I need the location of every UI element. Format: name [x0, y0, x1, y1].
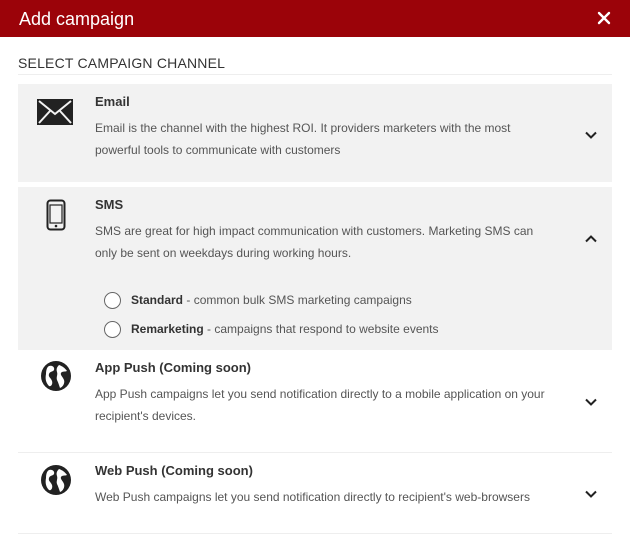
channel-web-push[interactable]: Web Push (Coming soon) Web Push campaign…	[18, 453, 612, 533]
channel-app-push[interactable]: App Push (Coming soon) App Push campaign…	[18, 350, 612, 452]
channel-description: Web Push campaigns let you send notifica…	[95, 490, 530, 504]
add-campaign-dialog: Add campaign SELECT CAMPAIGN CHANNEL Ema…	[0, 0, 630, 555]
close-icon	[597, 11, 611, 25]
channel-title: Web Push (Coming soon)	[95, 463, 253, 478]
radio-button[interactable]	[104, 321, 121, 338]
channel-title: Email	[95, 94, 130, 109]
channel-title: App Push (Coming soon)	[95, 360, 251, 375]
channel-email[interactable]: Email Email is the channel with the high…	[18, 84, 612, 182]
section-title: SELECT CAMPAIGN CHANNEL	[18, 55, 226, 71]
chevron-down-icon[interactable]	[584, 128, 598, 142]
option-detail: common bulk SMS marketing campaigns	[193, 293, 412, 307]
section-divider	[18, 74, 612, 75]
option-separator: -	[203, 322, 215, 336]
option-separator: -	[183, 293, 194, 307]
chevron-down-icon[interactable]	[584, 395, 598, 409]
globe-icon	[40, 464, 72, 501]
channel-divider	[18, 533, 612, 534]
radio-button[interactable]	[104, 292, 121, 309]
channel-description: Email is the channel with the highest RO…	[95, 121, 511, 157]
option-label: Remarketing	[131, 322, 204, 336]
channel-description: App Push campaigns let you send notifica…	[95, 387, 545, 423]
channel-title: SMS	[95, 197, 124, 212]
mobile-phone-icon	[46, 199, 66, 236]
channel-sms[interactable]: SMS SMS are great for high impact commun…	[18, 187, 612, 350]
option-label: Standard	[131, 293, 184, 307]
option-detail: campaigns that respond to website events	[214, 322, 439, 336]
chevron-down-icon[interactable]	[584, 487, 598, 501]
chevron-up-icon[interactable]	[584, 232, 598, 246]
globe-icon	[40, 360, 72, 397]
dialog-title: Add campaign	[19, 9, 135, 29]
channel-description: SMS are great for high impact communicat…	[95, 224, 534, 260]
dialog-header: Add campaign	[0, 0, 630, 37]
close-button[interactable]	[594, 8, 614, 28]
envelope-icon	[36, 97, 74, 132]
